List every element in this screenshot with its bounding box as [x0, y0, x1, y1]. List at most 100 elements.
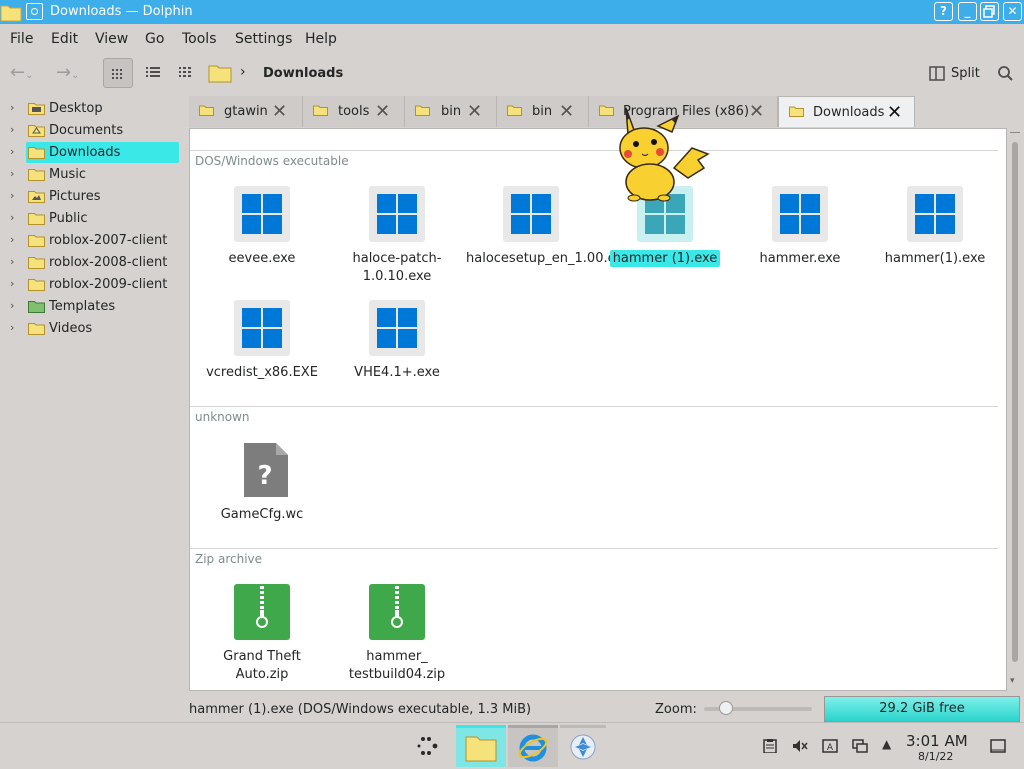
taskbar-discover-task[interactable]	[560, 725, 606, 767]
menu-edit[interactable]: Edit	[51, 31, 78, 47]
downloads-folder-icon	[28, 147, 45, 159]
menu-go[interactable]: Go	[145, 31, 164, 47]
breadcrumb-separator-icon: ›	[240, 64, 246, 80]
tab-downloads[interactable]: Downloads ✕	[778, 96, 915, 127]
split-view-icon	[929, 66, 945, 81]
maximize-button[interactable]	[980, 2, 999, 21]
expand-arrow-icon[interactable]: ›	[10, 123, 14, 136]
pin-icon[interactable]	[26, 3, 43, 20]
forward-button[interactable]: →⌄	[56, 62, 79, 83]
sidebar-item-pictures[interactable]: › Pictures	[4, 186, 182, 208]
sidebar-item-templates[interactable]: › Templates	[4, 296, 182, 318]
clock-date[interactable]: 8/1/22	[918, 750, 953, 763]
sidebar-item-roblox-2008-client[interactable]: › roblox-2008-client	[4, 252, 182, 274]
menu-view[interactable]: View	[95, 31, 128, 47]
scroll-down-icon[interactable]: ▾	[1010, 676, 1020, 686]
desktop-folder-icon	[28, 103, 45, 115]
windows-exe-icon	[907, 186, 963, 242]
expand-arrow-icon[interactable]: ›	[10, 299, 14, 312]
group-header: DOS/Windows executable	[195, 154, 349, 168]
folder-icon	[208, 65, 232, 83]
folder-icon	[28, 257, 45, 269]
tab-gtawin[interactable]: gtawin ✕	[189, 96, 303, 127]
vertical-scrollbar[interactable]: ▾	[1008, 128, 1022, 691]
close-tab-icon[interactable]: ✕	[749, 101, 764, 122]
public-folder-icon	[28, 213, 45, 225]
expand-arrow-icon[interactable]: ›	[10, 145, 14, 158]
menu-settings[interactable]: Settings	[235, 31, 292, 47]
split-button[interactable]: Split	[951, 66, 980, 81]
sidebar-item-desktop[interactable]: › Desktop	[4, 98, 182, 120]
tab-tools[interactable]: tools ✕	[303, 96, 405, 127]
file-item[interactable]: Grand Theft Auto.zip	[197, 584, 327, 684]
expand-arrow-icon[interactable]: ›	[10, 101, 14, 114]
expand-arrow-icon[interactable]: ›	[10, 211, 14, 224]
expand-arrow-icon[interactable]: ›	[10, 321, 14, 334]
expand-arrow-icon[interactable]: ›	[10, 233, 14, 246]
file-item[interactable]: eevee.exe	[197, 186, 327, 286]
tab-bin-2[interactable]: bin ✕	[497, 96, 589, 127]
sidebar-item-documents[interactable]: › Documents	[4, 120, 182, 142]
zoom-slider-handle[interactable]	[718, 701, 733, 715]
close-tab-icon[interactable]: ✕	[375, 101, 390, 122]
file-view[interactable]: DOS/Windows executable eevee.exe haloce-…	[189, 128, 1007, 691]
tray-expand-icon[interactable]: ▲	[882, 737, 891, 751]
places-sidebar: › Desktop › Documents › Downloads › Music › P…	[4, 96, 182, 696]
keyboard-layout-icon[interactable]: A	[822, 739, 838, 753]
network-icon[interactable]	[852, 739, 868, 753]
scroll-thumb[interactable]	[1012, 142, 1018, 662]
close-tab-icon[interactable]: ✕	[887, 102, 902, 123]
clock-time[interactable]: 3:01 AM	[906, 732, 968, 750]
volume-muted-icon[interactable]	[792, 739, 808, 753]
file-item[interactable]: haloce-patch-1.0.10.exe	[332, 186, 462, 286]
sidebar-item-videos[interactable]: › Videos	[4, 318, 182, 340]
breadcrumb-location[interactable]: Downloads	[263, 66, 343, 81]
app-launcher-icon[interactable]	[416, 735, 442, 757]
sidebar-item-downloads[interactable]: › Downloads	[4, 142, 182, 164]
scroll-up-icon[interactable]	[1010, 132, 1020, 135]
columns-icon	[179, 67, 191, 77]
file-item[interactable]: VHE4.1+.exe	[332, 300, 462, 400]
details-view-button[interactable]	[139, 58, 169, 88]
expand-arrow-icon[interactable]: ›	[10, 189, 14, 202]
compact-view-button[interactable]	[172, 58, 202, 88]
free-space-text: 29.2 GiB free	[879, 701, 965, 716]
file-item[interactable]: hammer.exe	[735, 186, 865, 286]
minimize-button[interactable]: _	[958, 2, 977, 21]
expand-arrow-icon[interactable]: ›	[10, 255, 14, 268]
tab-bin-1[interactable]: bin ✕	[405, 96, 497, 127]
close-button[interactable]: ✕	[1003, 2, 1022, 21]
menu-help[interactable]: Help	[305, 31, 337, 47]
windows-exe-icon	[369, 300, 425, 356]
clipboard-icon[interactable]	[762, 739, 778, 753]
close-tab-icon[interactable]: ✕	[559, 101, 574, 122]
back-button[interactable]: ←⌄	[10, 62, 33, 83]
help-button[interactable]: ?	[934, 2, 953, 21]
sidebar-item-roblox-2009-client[interactable]: › roblox-2009-client	[4, 274, 182, 296]
file-item[interactable]: vcredist_x86.EXE	[197, 300, 327, 400]
menu-file[interactable]: File	[10, 31, 33, 47]
title-bar: Downloads — Dolphin ? _ ✕	[0, 0, 1024, 24]
file-item[interactable]: ? GameCfg.wc	[197, 442, 327, 542]
group-header: Zip archive	[195, 552, 263, 566]
sidebar-item-music[interactable]: › Music	[4, 164, 182, 186]
close-tab-icon[interactable]: ✕	[467, 101, 482, 122]
discover-icon	[570, 734, 596, 760]
taskbar-browser-task[interactable]	[508, 725, 558, 767]
sidebar-item-roblox-2007-client[interactable]: › roblox-2007-client	[4, 230, 182, 252]
search-icon[interactable]	[997, 65, 1014, 82]
icons-view-button[interactable]	[103, 58, 133, 88]
close-tab-icon[interactable]: ✕	[272, 101, 287, 122]
taskbar-dolphin-task[interactable]	[456, 725, 506, 767]
sidebar-item-public[interactable]: › Public	[4, 208, 182, 230]
file-item[interactable]: hammer_ testbuild04.zip	[332, 584, 462, 684]
windows-exe-icon	[234, 186, 290, 242]
expand-arrow-icon[interactable]: ›	[10, 277, 14, 290]
menu-tools[interactable]: Tools	[182, 31, 217, 47]
file-item[interactable]: halocesetup_en_1.00.exe	[466, 186, 631, 286]
file-item[interactable]: hammer(1).exe	[870, 186, 1000, 286]
free-space-bar[interactable]: 29.2 GiB free	[824, 696, 1020, 722]
documents-folder-icon	[28, 125, 45, 137]
expand-arrow-icon[interactable]: ›	[10, 167, 14, 180]
show-desktop-icon[interactable]	[990, 739, 1006, 753]
